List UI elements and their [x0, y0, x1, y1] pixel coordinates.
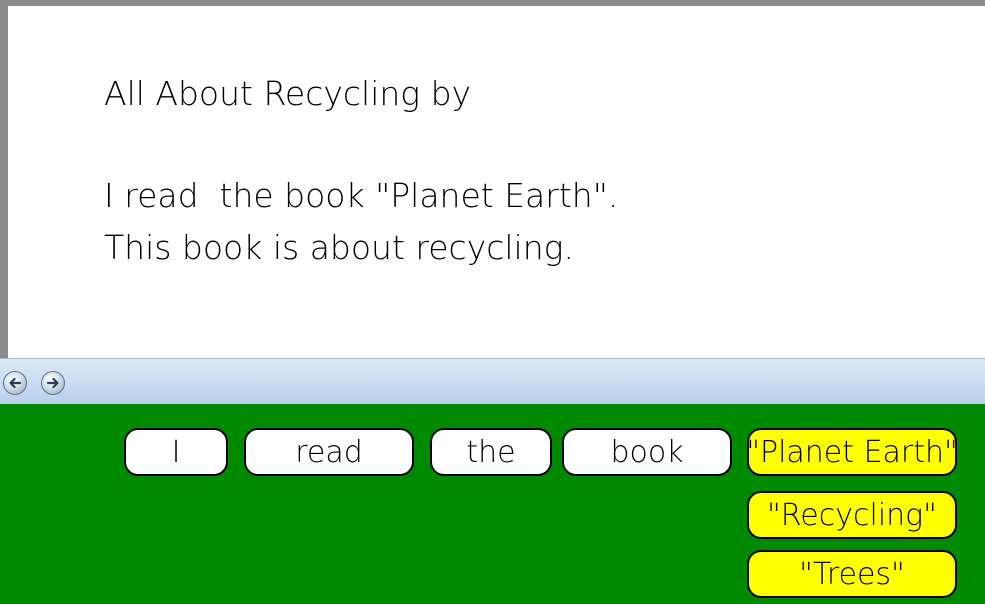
word-bank-tray: I read the book "Planet Earth" "Recyclin… — [0, 404, 985, 604]
forward-arrow-icon — [46, 377, 59, 389]
document-title: All About Recycling by — [104, 74, 472, 113]
back-arrow-icon — [9, 377, 22, 389]
back-button[interactable] — [3, 371, 27, 395]
forward-button[interactable] — [41, 371, 65, 395]
word-tile-i[interactable]: I — [124, 428, 228, 476]
title-tile-planet-earth[interactable]: "Planet Earth" — [746, 428, 958, 476]
word-tile-the[interactable]: the — [430, 428, 552, 476]
document-line-2: This book is about recycling. — [104, 228, 574, 267]
word-tile-read[interactable]: read — [244, 428, 414, 476]
document-page[interactable]: All About Recycling by I read the book "… — [0, 6, 985, 358]
title-tile-trees[interactable]: "Trees" — [747, 550, 957, 598]
title-tile-recycling[interactable]: "Recycling" — [747, 491, 957, 539]
document-line-1: I read the book "Planet Earth". — [104, 176, 619, 215]
word-tile-book[interactable]: book — [562, 428, 732, 476]
app-window: All About Recycling by I read the book "… — [0, 0, 985, 604]
navigation-bar — [0, 358, 985, 404]
